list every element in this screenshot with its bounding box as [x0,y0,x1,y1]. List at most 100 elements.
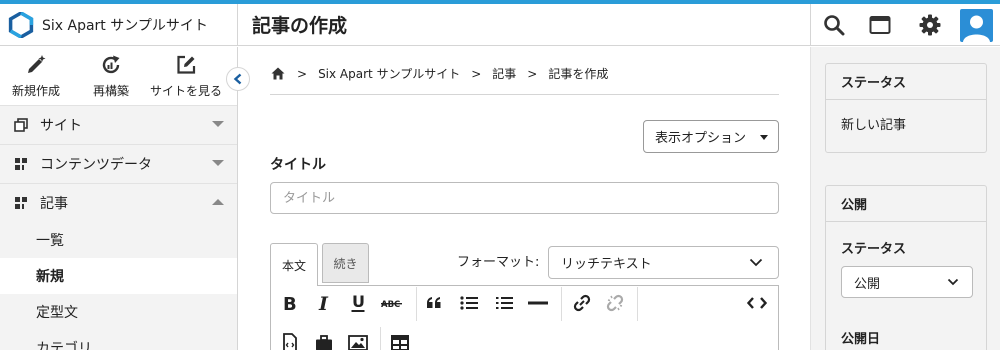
quick-actions: 新規作成 再構築 サイトを見る [0,47,237,105]
home-icon[interactable] [271,67,285,80]
rebuild-icon [102,55,120,74]
bold-icon: B [283,294,297,312]
strikethrough-button[interactable]: ABC [377,288,407,318]
sidebar-subitem-list[interactable]: 一覧 [0,222,237,258]
sidebar-subitem-boilerplate[interactable]: 定型文 [0,294,237,330]
bullet-list-button[interactable] [454,288,484,318]
chevron-down-icon [212,121,224,127]
publish-status-label: ステータス [841,242,907,257]
link-icon [573,294,591,312]
sidebar-subitem-category[interactable]: カテゴリ [0,330,237,350]
toolbar-separator [637,287,638,321]
insert-file-icon [283,333,297,350]
horizontal-rule-icon [528,301,548,305]
svg-text:U: U [352,293,365,311]
user-avatar-icon [963,15,990,42]
status-widget-title: ステータス [826,64,986,100]
editor-toolbar: B I U ABC [270,285,779,350]
movable-type-logo-icon [8,12,34,38]
quick-new-button[interactable]: 新規作成 [0,47,72,105]
sidebar-subitem-new[interactable]: 新規 [0,258,237,294]
breadcrumb-item-entries[interactable]: 記事 [492,65,516,82]
sidebar: 新規作成 再構築 サイトを見る サイト コンテンツデータ 記事 一覧 新規 定型… [0,47,250,350]
window-icon [869,16,891,34]
quick-new-label: 新規作成 [11,84,60,98]
breadcrumb-separator: > [297,66,308,81]
publish-widget-title: 公開 [826,186,986,222]
sidebar-collapse-button[interactable] [226,67,250,91]
page-title: 記事の作成 [252,15,348,37]
source-code-icon [747,297,767,309]
blockquote-button[interactable] [419,288,449,318]
toolbar-separator [416,287,417,321]
italic-icon: I [318,294,329,312]
title-input[interactable] [270,182,779,214]
sidebar-item-label: サイト [40,118,82,134]
svg-text:I: I [318,294,329,312]
breadcrumb-separator: > [471,66,482,81]
insert-image-button[interactable] [343,328,373,350]
tab-more[interactable]: 続き [322,243,369,283]
quick-rebuild-label: 再構築 [92,84,129,98]
breadcrumb-divider [270,94,779,95]
breadcrumb-item-current: 記事を作成 [548,67,609,81]
status-widget: ステータス 新しい記事 [825,63,987,153]
breadcrumb-separator: > [527,66,538,81]
gear-icon [919,14,941,36]
sidebar-item-label: 記事 [40,196,68,212]
app-header: Six Apart サンプルサイト 記事の作成 [0,4,1000,46]
window-button[interactable] [857,4,903,46]
svg-text:B: B [283,294,297,312]
display-options-label: 表示オプション [655,131,747,146]
bold-button[interactable]: B [275,288,305,318]
bullet-list-icon [460,296,478,310]
blockquote-icon [427,297,441,308]
publish-widget: 公開 ステータス 公開 公開日 [825,185,987,350]
underline-button[interactable]: U [343,288,373,318]
title-label: タイトル [270,157,326,173]
chevron-down-icon [947,278,959,286]
sidebar-item-content-data[interactable]: コンテンツデータ [0,144,237,183]
pencil-sparkle-icon [28,55,46,73]
insert-asset-icon [316,335,332,350]
quick-view-site-button[interactable]: サイトを見る [150,47,222,105]
user-avatar-button[interactable] [960,9,993,42]
insert-asset-button[interactable] [309,328,339,350]
site-brand[interactable]: Six Apart サンプルサイト [0,4,238,46]
entry-icon [15,197,27,209]
unlink-icon [606,294,624,312]
external-edit-icon [177,55,196,74]
format-select[interactable]: リッチテキスト [548,246,779,279]
numbered-list-button[interactable] [489,288,519,318]
horizontal-rule-button[interactable] [523,288,553,318]
breadcrumb-item-site[interactable]: Six Apart サンプルサイト [318,65,460,82]
sidebar-item-entries[interactable]: 記事 [0,183,237,222]
publish-status-select[interactable]: 公開 [841,266,973,298]
settings-button[interactable] [907,4,953,46]
sidebar-item-site[interactable]: サイト [0,105,237,144]
quick-rebuild-button[interactable]: 再構築 [75,47,147,105]
insert-file-button[interactable] [275,328,305,350]
link-button[interactable] [567,288,597,318]
search-button[interactable] [810,4,856,46]
breadcrumb: > Six Apart サンプルサイト > 記事 > 記事を作成 [271,65,608,82]
insert-image-icon [348,335,368,350]
insert-table-icon [391,335,409,350]
numbered-list-icon [496,297,513,309]
chevron-down-icon [212,160,224,166]
unlink-button[interactable] [600,288,630,318]
content-data-icon [15,158,27,170]
toolbar-separator [561,287,562,321]
strikethrough-icon: ABC [381,300,402,309]
tab-body[interactable]: 本文 [270,243,318,286]
publish-date-label: 公開日 [841,332,881,347]
sidebar-item-label: コンテンツデータ [40,157,152,173]
publish-status-value: 公開 [854,276,881,292]
insert-table-button[interactable] [385,328,415,350]
display-options-button[interactable]: 表示オプション [643,120,779,153]
main-content: > Six Apart サンプルサイト > 記事 > 記事を作成 表示オプション… [239,47,810,350]
italic-button[interactable]: I [309,288,339,318]
underline-icon: U [351,293,365,312]
source-code-button[interactable] [742,288,772,318]
chevron-up-icon [212,199,224,205]
